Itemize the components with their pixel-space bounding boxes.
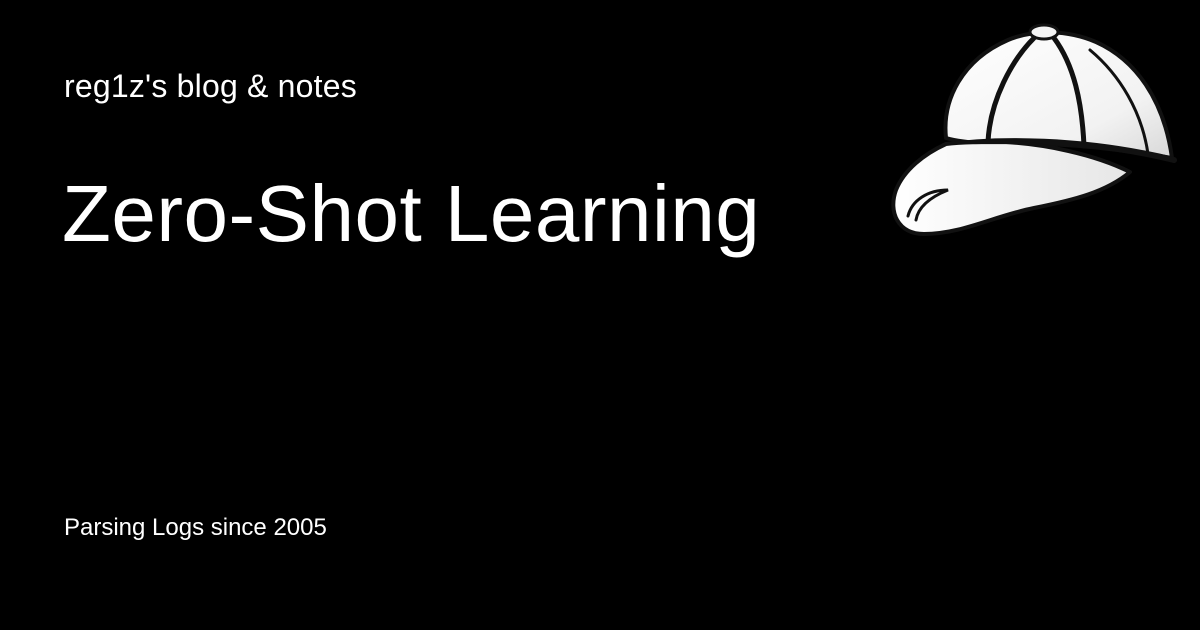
og-card: reg1z's blog & notes Zero-Shot Learning … [0, 0, 1200, 630]
baseball-cap-icon [891, 23, 1177, 236]
site-name: reg1z's blog & notes [64, 68, 357, 104]
post-title: Zero-Shot Learning [62, 169, 761, 258]
site-tagline: Parsing Logs since 2005 [64, 514, 327, 541]
